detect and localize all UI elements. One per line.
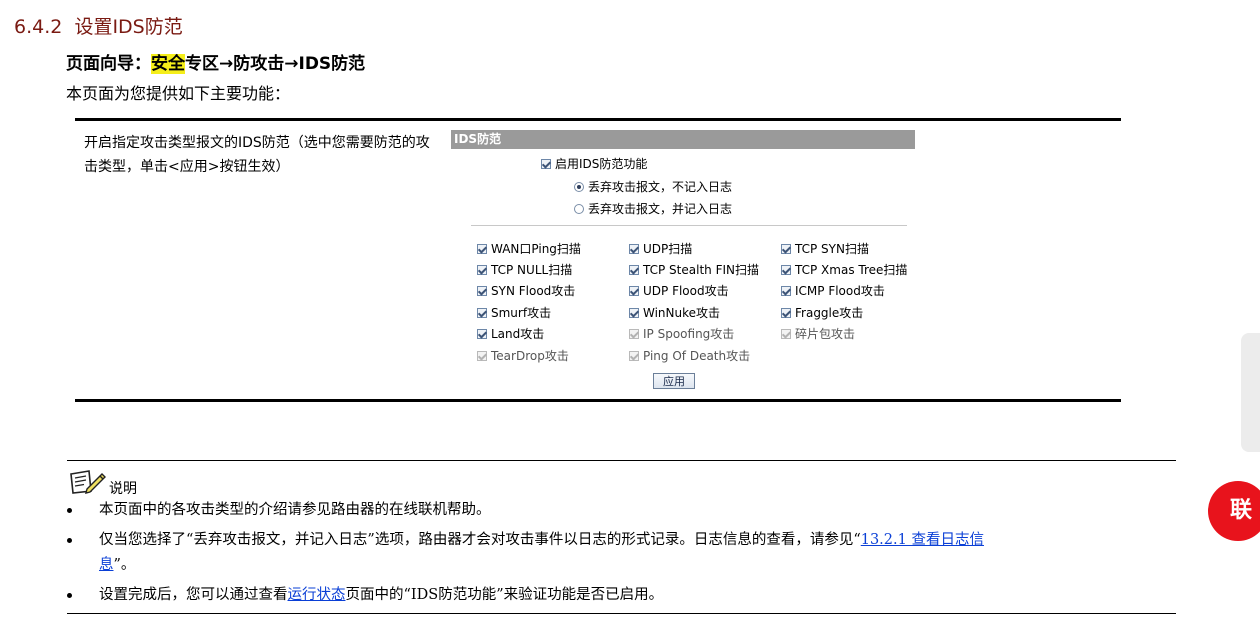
attack-label: TCP NULL扫描 xyxy=(491,263,573,277)
attack-label: ICMP Flood攻击 xyxy=(795,284,885,298)
attack-checkbox[interactable]: WinNuke攻击 xyxy=(629,304,720,321)
checkbox-icon xyxy=(477,328,487,339)
checkbox-icon xyxy=(629,264,639,275)
page-guide: 页面向导：安全专区→防攻击→IDS防范 xyxy=(66,49,365,74)
radio-selected-icon xyxy=(574,181,584,192)
link-run-status[interactable]: 运行状态 xyxy=(288,587,346,603)
checkbox-icon xyxy=(477,264,487,275)
checkbox-icon xyxy=(541,158,551,169)
bullet-icon xyxy=(67,508,72,513)
attack-label: TCP Stealth FIN扫描 xyxy=(643,263,759,277)
attack-label: Fraggle攻击 xyxy=(795,306,864,320)
checkbox-icon xyxy=(629,243,639,254)
checkbox-icon xyxy=(629,307,639,318)
checkbox-icon xyxy=(781,264,791,275)
panel-divider xyxy=(471,225,907,226)
bullet-icon xyxy=(67,593,72,598)
attack-checkbox[interactable]: WAN口Ping扫描 xyxy=(477,240,581,257)
checkbox-icon xyxy=(477,350,487,361)
radio-unselected-icon xyxy=(574,203,584,214)
attack-checkbox-disabled: IP Spoofing攻击 xyxy=(629,325,734,342)
enable-ids-label: 启用IDS防范功能 xyxy=(555,157,648,171)
attack-checkbox[interactable]: Land攻击 xyxy=(477,325,544,342)
checkbox-icon xyxy=(629,328,639,339)
checkbox-icon xyxy=(629,350,639,361)
link-view-log-cont[interactable]: 息 xyxy=(99,557,114,573)
checkbox-icon xyxy=(781,285,791,296)
attack-checkbox[interactable]: ICMP Flood攻击 xyxy=(781,282,885,299)
checkbox-icon xyxy=(629,285,639,296)
attack-label: Land攻击 xyxy=(491,327,545,341)
radio-discard-log[interactable]: 丢弃攻击报文，并记入日志 xyxy=(574,200,732,217)
guide-path: 专区→防攻击→IDS防范 xyxy=(185,54,366,74)
attack-checkbox[interactable]: Fraggle攻击 xyxy=(781,304,863,321)
note-label: 说明 xyxy=(109,481,137,497)
function-table: 开启指定攻击类型报文的IDS防范（选中您需要防范的攻击类型，单击<应用>按钮生效… xyxy=(75,118,1121,402)
radio-label: 丢弃攻击报文，并记入日志 xyxy=(588,202,733,216)
contact-button[interactable]: 联 xyxy=(1208,481,1260,541)
checkbox-icon xyxy=(781,243,791,254)
attack-label: TearDrop攻击 xyxy=(491,349,569,363)
checkbox-icon xyxy=(477,285,487,296)
intro-text: 本页面为您提供如下主要功能： xyxy=(66,84,291,103)
section-title: 设置IDS防范 xyxy=(74,16,183,38)
radio-label: 丢弃攻击报文，不记入日志 xyxy=(588,180,733,194)
attack-label: SYN Flood攻击 xyxy=(491,284,576,298)
note-text-part: 设置完成后，您可以通过查看 xyxy=(99,587,288,603)
attack-checkbox[interactable]: TCP SYN扫描 xyxy=(781,240,869,257)
note-text: 仅当您选择了“丢弃攻击报文，并记入日志”选项，路由器才会对攻击事件以日志的形式记… xyxy=(99,528,1159,578)
function-description: 开启指定攻击类型报文的IDS防范（选中您需要防范的攻击类型，单击<应用>按钮生效… xyxy=(84,135,430,175)
attack-checkbox[interactable]: UDP Flood攻击 xyxy=(629,282,729,299)
attack-label: 碎片包攻击 xyxy=(795,327,856,341)
attack-checkbox-disabled: 碎片包攻击 xyxy=(781,325,855,342)
attack-label: WinNuke攻击 xyxy=(643,306,721,320)
checkbox-icon xyxy=(477,243,487,254)
attack-label: TCP SYN扫描 xyxy=(795,242,869,256)
attack-label: UDP扫描 xyxy=(643,242,693,256)
attack-label: WAN口Ping扫描 xyxy=(491,242,581,256)
link-view-log[interactable]: 13.2.1 查看日志信 xyxy=(861,532,984,548)
attack-label: Ping Of Death攻击 xyxy=(643,349,751,363)
checkbox-icon xyxy=(477,307,487,318)
attack-checkbox[interactable]: UDP扫描 xyxy=(629,240,692,257)
note-text: 设置完成后，您可以通过查看运行状态页面中的“IDS防范功能”来验证功能是否已启用… xyxy=(99,583,1159,608)
checkbox-icon xyxy=(781,328,791,339)
side-scroll-tab[interactable] xyxy=(1241,333,1260,452)
section-number: 6.4.2 xyxy=(14,16,63,38)
attack-checkbox[interactable]: SYN Flood攻击 xyxy=(477,282,575,299)
ids-settings-screenshot: IDS防范 启用IDS防范功能 丢弃攻击报文，不记入日志 丢弃攻击报文，并记入日… xyxy=(451,130,915,394)
guide-prefix: 页面向导： xyxy=(66,54,151,74)
panel-title: IDS防范 xyxy=(451,130,915,149)
attack-checkbox[interactable]: Smurf攻击 xyxy=(477,304,551,321)
note-box: 说明 本页面中的各攻击类型的介绍请参见路由器的在线联机帮助。 仅当您选择了“丢弃… xyxy=(67,460,1176,614)
attack-label: UDP Flood攻击 xyxy=(643,284,729,298)
radio-discard-no-log[interactable]: 丢弃攻击报文，不记入日志 xyxy=(574,178,732,195)
note-text-part: 仅当您选择了“丢弃攻击报文，并记入日志”选项，路由器才会对攻击事件以日志的形式记… xyxy=(99,532,861,548)
checkbox-icon xyxy=(781,307,791,318)
attack-label: TCP Xmas Tree扫描 xyxy=(795,263,908,277)
attack-checkbox[interactable]: TCP Xmas Tree扫描 xyxy=(781,261,907,278)
attack-checkbox[interactable]: TCP Stealth FIN扫描 xyxy=(629,261,759,278)
enable-ids-checkbox[interactable]: 启用IDS防范功能 xyxy=(541,155,647,172)
attack-checkbox-disabled: Ping Of Death攻击 xyxy=(629,347,750,364)
note-text-part: ”。 xyxy=(113,557,136,573)
attack-label: IP Spoofing攻击 xyxy=(643,327,735,341)
note-pencil-icon xyxy=(69,469,107,499)
note-text-part: 页面中的“IDS防范功能”来验证功能是否已启用。 xyxy=(345,587,664,603)
apply-button[interactable]: 应用 xyxy=(653,373,695,389)
note-text: 本页面中的各攻击类型的介绍请参见路由器的在线联机帮助。 xyxy=(99,502,491,518)
bullet-icon xyxy=(67,538,72,543)
section-heading: 6.4.2 设置IDS防范 xyxy=(14,12,183,39)
attack-checkbox-disabled: TearDrop攻击 xyxy=(477,347,569,364)
guide-highlight: 安全 xyxy=(151,54,185,74)
attack-checkbox[interactable]: TCP NULL扫描 xyxy=(477,261,572,278)
attack-label: Smurf攻击 xyxy=(491,306,552,320)
